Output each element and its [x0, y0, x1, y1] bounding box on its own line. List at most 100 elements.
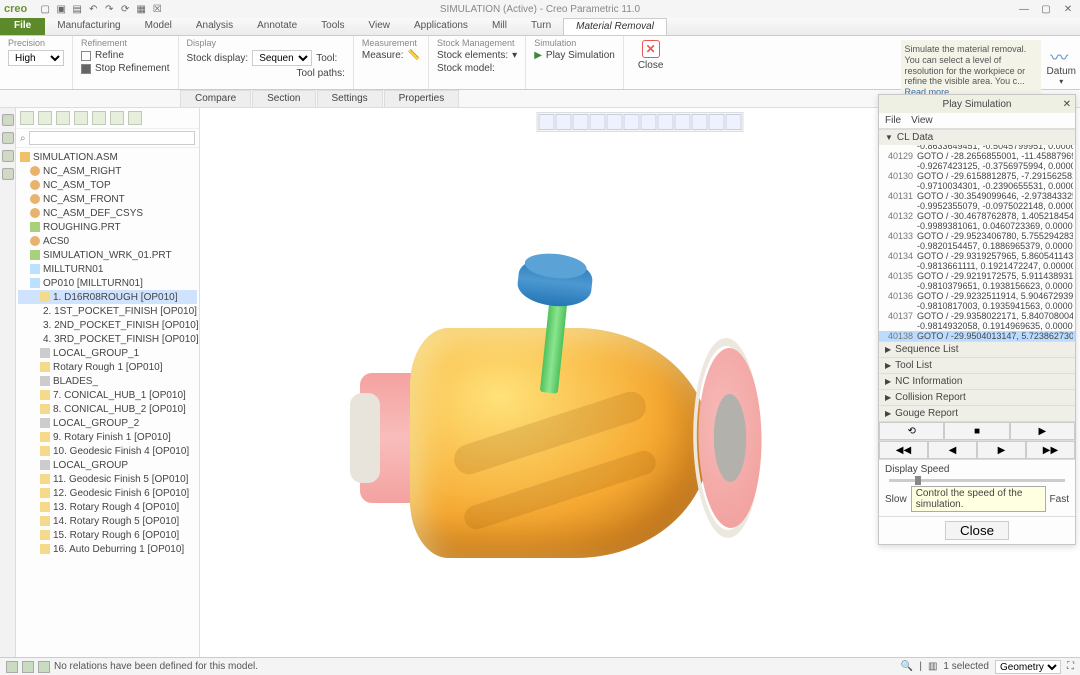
cl-row[interactable]: 40138GOTO / -29.9504013147, 5.7238627300…	[879, 331, 1075, 341]
sel-filter-icon[interactable]: ▥	[928, 661, 937, 672]
subtab-section[interactable]: Section	[252, 90, 315, 107]
undo-icon[interactable]: ↶	[87, 3, 99, 15]
tab-model[interactable]: Model	[133, 18, 184, 35]
tree-node[interactable]: NC_ASM_FRONT	[18, 192, 197, 206]
tree-btn-6[interactable]	[110, 111, 124, 125]
open-icon[interactable]: ▣	[55, 3, 67, 15]
tree-node[interactable]: 9. Rotary Finish 1 [OP010]	[18, 430, 197, 444]
redo-icon[interactable]: ↷	[103, 3, 115, 15]
maximize-icon[interactable]: ▢	[1036, 2, 1056, 16]
cl-row[interactable]: -0.9267423125, -0.3756975994, 0.00000000…	[879, 161, 1075, 171]
save-icon[interactable]: ▤	[71, 3, 83, 15]
zoom-selected-icon[interactable]	[590, 114, 606, 130]
tab-material-removal[interactable]: Material Removal	[563, 18, 667, 35]
tree-node[interactable]: ACS0	[18, 234, 197, 248]
layers-icon[interactable]	[726, 114, 742, 130]
refine-checkbox[interactable]	[81, 51, 91, 61]
panel-view-menu[interactable]: View	[911, 115, 933, 126]
cl-row[interactable]: 40137GOTO / -29.9358022171, 5.8407080048…	[879, 311, 1075, 321]
rail-tree-icon[interactable]	[2, 114, 14, 126]
refit-icon[interactable]	[607, 114, 623, 130]
cl-data-list[interactable]: -0.8633649451, -0.5045799951, 0.00000000…	[879, 145, 1075, 341]
tree-node[interactable]: MILLTURN01	[18, 262, 197, 276]
cl-row[interactable]: -0.9810379651, 0.1938156623, 0.000000000…	[879, 281, 1075, 291]
tree-node[interactable]: OP010 [MILLTURN01]	[18, 276, 197, 290]
measure-icon[interactable]: 📏	[408, 50, 420, 61]
tab-turn[interactable]: Turn	[519, 18, 563, 35]
datum-button[interactable]: 〰Datum▾	[1047, 40, 1076, 86]
tree-node[interactable]: SIMULATION_WRK_01.PRT	[18, 248, 197, 262]
tree-node[interactable]: 4. 3RD_POCKET_FINISH [OP010]	[18, 332, 197, 346]
tree-node[interactable]: 12. Geodesic Finish 6 [OP010]	[18, 486, 197, 500]
tree-node[interactable]: 3. 2ND_POCKET_FINISH [OP010]	[18, 318, 197, 332]
tree-search-input[interactable]	[29, 131, 195, 145]
windows-icon[interactable]: ▦	[135, 3, 147, 15]
cl-row[interactable]: 40134GOTO / -29.9319257965, 5.8605411431…	[879, 251, 1075, 261]
stop-button[interactable]: ■	[944, 422, 1009, 440]
tree-node[interactable]: 15. Rotary Rough 6 [OP010]	[18, 528, 197, 542]
tree-node[interactable]: NC_ASM_TOP	[18, 178, 197, 192]
tab-analysis[interactable]: Analysis	[184, 18, 245, 35]
datum-display-icon[interactable]	[658, 114, 674, 130]
tree-node[interactable]: 7. CONICAL_HUB_1 [OP010]	[18, 388, 197, 402]
panel-file-menu[interactable]: File	[885, 115, 901, 126]
tab-tools[interactable]: Tools	[309, 18, 356, 35]
panel-titlebar[interactable]: Play Simulation✕	[879, 95, 1075, 113]
find-icon[interactable]: 🔍	[901, 661, 913, 672]
status-icon-1[interactable]	[6, 661, 18, 673]
cl-row[interactable]: -0.9952355079, -0.0975022148, 0.00000000…	[879, 201, 1075, 211]
subtab-compare[interactable]: Compare	[180, 90, 251, 107]
tree-node[interactable]: LOCAL_GROUP_2	[18, 416, 197, 430]
annotation-icon[interactable]	[675, 114, 691, 130]
tree-btn-1[interactable]	[20, 111, 34, 125]
tab-manufacturing[interactable]: Manufacturing	[45, 18, 132, 35]
precision-select[interactable]: High	[8, 50, 64, 66]
tree-btn-2[interactable]	[38, 111, 52, 125]
tree-node[interactable]: NC_ASM_RIGHT	[18, 164, 197, 178]
tree-node[interactable]: Rotary Rough 1 [OP010]	[18, 360, 197, 374]
speed-slider[interactable]	[889, 479, 1065, 482]
tree-node[interactable]: BLADES_	[18, 374, 197, 388]
cl-row[interactable]: -0.9814932058, 0.1914969635, 0.000000000…	[879, 321, 1075, 331]
regen-icon[interactable]: ⟳	[119, 3, 131, 15]
tree-node[interactable]: 16. Auto Deburring 1 [OP010]	[18, 542, 197, 556]
slider-thumb[interactable]	[915, 476, 921, 485]
play-icon[interactable]: ▶	[534, 50, 542, 61]
cl-row[interactable]: -0.9820154457, 0.1886965379, 0.000000000…	[879, 241, 1075, 251]
tree-node[interactable]: 13. Rotary Rough 4 [OP010]	[18, 500, 197, 514]
full-screen-icon[interactable]: ⛶	[1067, 661, 1074, 672]
display-style-icon[interactable]	[641, 114, 657, 130]
cl-row[interactable]: -0.9989381061, 0.0460723369, 0.000000000…	[879, 221, 1075, 231]
cl-row[interactable]: 40129GOTO / -28.2656855001, -11.45887969…	[879, 151, 1075, 161]
tree-btn-5[interactable]	[92, 111, 106, 125]
file-tab[interactable]: File	[0, 18, 45, 35]
cl-row[interactable]: 40133GOTO / -29.9523406780, 5.7552942833…	[879, 231, 1075, 241]
tree-node[interactable]: LOCAL_GROUP	[18, 458, 197, 472]
cl-row[interactable]: 40132GOTO / -30.4678762878, 1.4052184541…	[879, 211, 1075, 221]
section-sequence-list[interactable]: Sequence List	[879, 342, 1075, 357]
cl-row[interactable]: -0.9810817003, 0.1935941563, 0.000000000…	[879, 301, 1075, 311]
next-button[interactable]: ▶	[977, 441, 1026, 459]
cl-row[interactable]: -0.9710034301, -0.2390655531, 0.00000000…	[879, 181, 1075, 191]
tab-mill[interactable]: Mill	[480, 18, 519, 35]
minimize-icon[interactable]: —	[1014, 2, 1034, 16]
section-gouge-report[interactable]: Gouge Report	[879, 406, 1075, 421]
tree-node[interactable]: NC_ASM_DEF_CSYS	[18, 206, 197, 220]
cl-row[interactable]: 40131GOTO / -30.3549099646, -2.973843325…	[879, 191, 1075, 201]
rewind-button[interactable]: ⟲	[879, 422, 944, 440]
perspective-icon[interactable]	[709, 114, 725, 130]
rail-star-icon[interactable]	[2, 150, 14, 162]
tree-btn-3[interactable]	[56, 111, 70, 125]
tree-node[interactable]: ROUGHING.PRT	[18, 220, 197, 234]
step-fwd-button[interactable]: ▶▶	[1026, 441, 1075, 459]
subtab-properties[interactable]: Properties	[384, 90, 460, 107]
tree-node[interactable]: 2. 1ST_POCKET_FINISH [OP010]	[18, 304, 197, 318]
tree-node[interactable]: 14. Rotary Rough 5 [OP010]	[18, 514, 197, 528]
stock-display-select[interactable]: Sequence	[252, 50, 312, 66]
section-cl-data[interactable]: CL Data	[879, 130, 1075, 145]
stop-refine-checkbox[interactable]	[81, 64, 91, 74]
tree-node[interactable]: 8. CONICAL_HUB_2 [OP010]	[18, 402, 197, 416]
spin-center-icon[interactable]	[692, 114, 708, 130]
tree-node[interactable]: 11. Geodesic Finish 5 [OP010]	[18, 472, 197, 486]
prev-button[interactable]: ◀	[928, 441, 977, 459]
